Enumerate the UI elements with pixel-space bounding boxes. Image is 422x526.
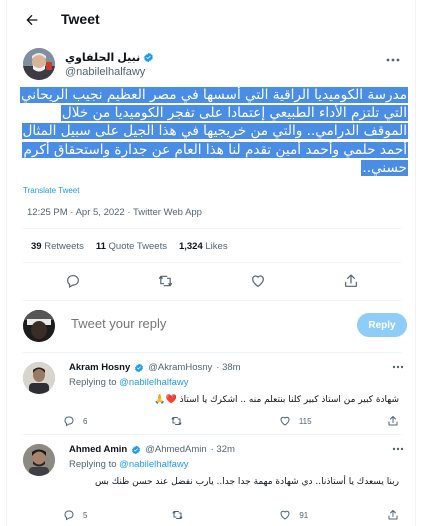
reply-item[interactable]: Akram Hosny @AkramHosny · 38m Replying t… <box>23 362 407 432</box>
reply-item[interactable]: Ahmed Amin @AhmedAmin · 32m Replying to … <box>23 444 407 524</box>
replying-to: Replying to @nabilelhalfawy <box>69 459 189 470</box>
reply-time[interactable]: · 38m <box>216 362 240 373</box>
quote-tweets-stat[interactable]: 11 Quote Tweets <box>96 241 167 252</box>
verified-badge-icon <box>144 52 154 63</box>
reply-time[interactable]: · 32m <box>211 444 235 455</box>
replying-to-prefix: Replying to <box>69 377 117 388</box>
translate-tweet-link[interactable]: Translate Tweet <box>23 186 79 195</box>
share-action[interactable] <box>387 414 399 428</box>
divider <box>23 352 401 353</box>
retweets-count: 39 <box>31 241 42 252</box>
like-count: 115 <box>298 416 312 426</box>
tweet-actions <box>27 270 397 292</box>
likes-stat[interactable]: 1,324 Likes <box>179 241 228 252</box>
reply-icon <box>64 510 74 521</box>
reply-action[interactable]: 5 <box>63 508 95 522</box>
like-action[interactable]: 115 <box>279 414 312 428</box>
current-user-avatar[interactable] <box>23 310 55 342</box>
reply-author-name[interactable]: Akram Hosny <box>69 362 130 373</box>
tweet-text: مدرسة الكوميديا الراقية التي أسسها في مص… <box>20 87 408 176</box>
retweet-icon[interactable] <box>156 271 176 291</box>
retweet-icon <box>171 417 182 425</box>
verified-badge-icon <box>135 363 144 372</box>
quote-tweets-count: 11 <box>95 241 106 252</box>
reply-input[interactable] <box>71 316 331 331</box>
share-icon[interactable] <box>341 271 361 291</box>
reply-icon <box>64 416 74 427</box>
tweet-text-container: مدرسة الكوميديا الراقية التي أسسها في مص… <box>19 86 408 177</box>
like-icon <box>280 416 290 426</box>
more-options-icon[interactable] <box>391 361 405 373</box>
likes-label: Likes <box>205 241 228 252</box>
retweets-label: Retweets <box>44 241 84 252</box>
replying-to-link[interactable]: @nabilelhalfawy <box>119 377 188 388</box>
author-name[interactable]: نبيل الحلفاوي <box>65 51 154 64</box>
replying-to-prefix: Replying to <box>69 459 117 470</box>
divider <box>23 262 401 263</box>
like-action[interactable]: 91 <box>279 508 311 522</box>
reply-author-name[interactable]: Ahmed Amin <box>69 444 127 455</box>
author-handle[interactable]: @nabilelhalfawy <box>65 66 145 78</box>
share-icon <box>388 510 398 520</box>
reply-button[interactable]: Reply <box>357 313 407 337</box>
reply-count: 5 <box>83 510 88 520</box>
replying-to-link[interactable]: @nabilelhalfawy <box>119 459 188 470</box>
tweet-stats: 39 Retweets 11 Quote Tweets 1,324 Likes <box>31 241 228 252</box>
share-icon <box>388 416 398 426</box>
divider <box>23 434 401 435</box>
author-name-text: نبيل الحلفاوي <box>65 52 141 64</box>
divider <box>23 300 401 301</box>
reply-avatar[interactable] <box>23 444 55 476</box>
tweet-author: نبيل الحلفاوي @nabilelhalfawy <box>23 48 403 82</box>
likes-count: 1,324 <box>178 241 203 252</box>
tweet-panel: Tweet نبيل الحلفاوي @nabilelhalfawy مدرس… <box>6 0 416 526</box>
reply-header: Akram Hosny @AkramHosny · 38m <box>69 362 241 373</box>
author-avatar[interactable] <box>23 48 55 80</box>
reply-action[interactable]: 6 <box>63 414 95 428</box>
more-options-icon[interactable] <box>391 443 405 455</box>
back-arrow-icon[interactable] <box>21 9 43 31</box>
reply-actions: 5 91 <box>63 508 399 522</box>
like-icon[interactable] <box>248 271 268 291</box>
share-action[interactable] <box>387 508 399 522</box>
reply-icon[interactable] <box>63 271 83 291</box>
reply-avatar[interactable] <box>23 362 55 394</box>
page-title: Tweet <box>61 11 100 27</box>
retweet-icon <box>172 511 183 519</box>
retweets-stat[interactable]: 39 Retweets <box>31 241 84 252</box>
replying-to: Replying to @nabilelhalfawy <box>69 377 189 388</box>
like-icon <box>280 510 290 520</box>
verified-badge-icon <box>132 445 141 454</box>
like-count: 91 <box>299 510 309 520</box>
reply-text: شهادة كبير من استاذ كبير كلنا بنتعلم منه… <box>154 395 399 405</box>
reply-author-handle[interactable]: @AkramHosny <box>148 362 212 373</box>
reply-header: Ahmed Amin @AhmedAmin · 32m <box>69 444 235 455</box>
reply-composer: Reply <box>23 310 407 344</box>
reply-actions: 6 115 <box>63 414 399 428</box>
divider <box>23 228 401 229</box>
reply-author-handle[interactable]: @AhmedAmin <box>145 444 206 455</box>
quote-tweets-label: Quote Tweets <box>108 241 167 252</box>
tweet-timestamp[interactable]: 12:25 PM · Apr 5, 2022 · Twitter Web App <box>27 207 202 218</box>
retweet-action[interactable] <box>170 414 203 428</box>
reply-count: 6 <box>83 416 88 426</box>
retweet-action[interactable] <box>171 508 204 522</box>
more-options-icon[interactable] <box>383 52 403 68</box>
top-bar: Tweet <box>7 0 417 40</box>
reply-text: ربنا يسعدك يا أستاذنا.. دي شهادة مهمة جد… <box>94 477 399 487</box>
